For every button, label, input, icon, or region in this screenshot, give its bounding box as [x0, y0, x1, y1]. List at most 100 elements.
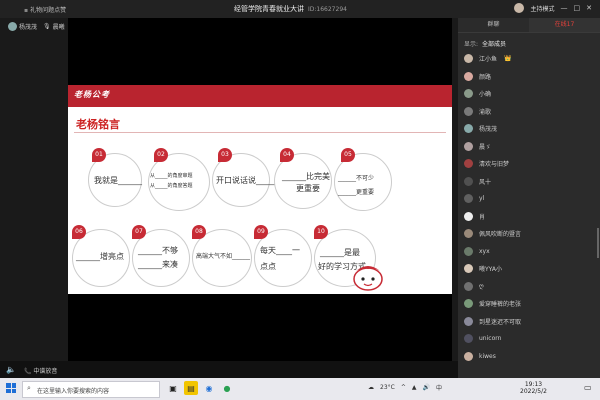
avatar	[464, 176, 473, 186]
network-icon[interactable]: ▲	[412, 384, 417, 391]
member-row[interactable]: 到星迷迟不可取	[458, 313, 598, 331]
weather-icon[interactable]: ☁	[368, 384, 374, 391]
avatar	[464, 351, 473, 361]
volume-icon[interactable]: 🔈	[6, 365, 16, 374]
member-name: 风十	[479, 178, 492, 186]
bubble-number: 09	[254, 225, 268, 239]
member-row[interactable]: xyx	[458, 243, 598, 261]
avatar	[464, 124, 473, 134]
meeting-title: 经管学院青春就业大讲 ID:16627294	[234, 4, 347, 14]
host-mode-label[interactable]: 主持模式	[530, 4, 554, 13]
avatar	[464, 246, 473, 256]
slide-divider	[74, 132, 446, 133]
file-explorer-icon[interactable]: ▤	[184, 381, 198, 395]
avatar	[464, 281, 473, 291]
member-row[interactable]: yl	[458, 190, 598, 208]
member-name: ღ	[479, 282, 484, 290]
notification-icon[interactable]: ▭	[584, 383, 592, 392]
meeting-id: ID:16627294	[308, 6, 347, 13]
browser-icon[interactable]: ◉	[202, 381, 216, 395]
filter-value[interactable]: 全部成员	[482, 41, 506, 48]
participant-item[interactable]: 杨茂茂	[8, 22, 37, 31]
avatar	[464, 159, 473, 169]
avatar	[464, 71, 473, 81]
bubble-number: 02	[154, 148, 168, 162]
avatar	[464, 89, 473, 99]
member-row[interactable]: unicorn	[458, 330, 598, 348]
avatar	[464, 211, 473, 221]
member-row[interactable]: 曦YYA小	[458, 260, 598, 278]
taskbar-search[interactable]: ⌕ 在这里输入你要搜索的内容	[22, 381, 160, 398]
language-button[interactable]: 📞 中谱放音	[24, 366, 57, 375]
bubble-text: ______不可少	[338, 175, 375, 182]
member-name: 颜路	[479, 73, 492, 81]
maximize-button[interactable]: □	[574, 4, 581, 12]
window-controls: 主持模式 — □ ✕	[514, 3, 592, 13]
member-name: 到星迷迟不可取	[479, 318, 522, 326]
task-view-icon[interactable]: ▣	[166, 381, 180, 395]
member-row[interactable]: 佩风吹断的暨言	[458, 225, 598, 243]
member-row[interactable]: 江小鱼 👑	[458, 50, 598, 68]
member-row[interactable]: 渝歌	[458, 103, 598, 121]
bubble-number: 03	[218, 148, 232, 162]
member-name: 渝歌	[479, 108, 492, 116]
member-name: 杨茂茂	[479, 126, 498, 134]
member-name: xyx	[479, 247, 490, 255]
avatar	[464, 106, 473, 116]
member-sidebar: 群聊 在线17 显示: 全部成员 江小鱼 👑 颜路小确渝歌杨茂茂晨ゞ清欢与旧梦风十 yl…	[458, 18, 600, 378]
speaker-icon[interactable]: 🔊	[422, 384, 429, 391]
gift-like-text: 礼物问题点赞	[30, 7, 67, 14]
clock[interactable]: 19:13 2022/5/2	[520, 381, 547, 395]
weather-text[interactable]: 23°C	[380, 384, 395, 391]
member-row[interactable]: 爱穿睡裤的老张	[458, 295, 598, 313]
slide-banner-text: 老杨公考	[74, 90, 110, 99]
sidebar-scrollbar[interactable]	[597, 228, 599, 258]
member-row[interactable]: 晨ゞ	[458, 138, 598, 156]
minimize-button[interactable]: —	[561, 4, 568, 12]
bottom-bar: 🔈 📞 中谱放音	[0, 361, 458, 378]
bubble-number: 05	[341, 148, 355, 162]
meeting-title-text: 经管学院青春就业大讲	[234, 5, 304, 13]
avatar	[464, 316, 473, 326]
host-badge-icon: 👑	[504, 55, 512, 63]
time-text: 19:13	[524, 381, 543, 388]
gift-like-label[interactable]: ▪ 礼物问题点赞	[24, 5, 66, 14]
member-row[interactable]: 颜路	[458, 68, 598, 86]
sidebar-footer	[458, 361, 600, 378]
bubble-number: 01	[92, 148, 106, 162]
filter-label: 显示:	[464, 41, 479, 48]
avatar	[464, 264, 473, 274]
bubble-text: 我就是______	[94, 176, 142, 185]
member-row[interactable]: 肖	[458, 208, 598, 226]
bubble-number: 07	[132, 225, 146, 239]
member-name: 肖	[479, 213, 486, 221]
bubble-text: ______更重要	[338, 189, 375, 196]
member-row[interactable]: 小确	[458, 85, 598, 103]
close-button[interactable]: ✕	[586, 4, 592, 12]
bubble-text: ______是最	[320, 248, 360, 257]
member-name: 曦YYA小	[479, 266, 502, 274]
tab-group-chat[interactable]: 群聊	[458, 18, 529, 32]
chevron-up-icon[interactable]: ^	[401, 384, 406, 391]
member-row[interactable]: 清欢与旧梦	[458, 155, 598, 173]
language-label: 中谱放音	[33, 368, 58, 375]
search-icon: ⌕	[27, 384, 31, 392]
shared-slide: 老杨公考 老杨铭言 01 我就是______ 02 从_____的角度审题 从_…	[68, 85, 452, 294]
member-row[interactable]: 风十	[458, 173, 598, 191]
member-row[interactable]: ღ	[458, 278, 598, 296]
member-name: 清欢与旧梦	[479, 161, 510, 169]
member-name: 晨ゞ	[479, 143, 492, 151]
sidebar-tabs: 群聊 在线17	[458, 18, 600, 33]
search-placeholder: 在这里输入你要搜索的内容	[37, 388, 110, 395]
member-row[interactable]: 杨茂茂	[458, 120, 598, 138]
ime-icon[interactable]: 中	[436, 383, 442, 392]
bubble-text: ______增亮点	[76, 252, 124, 261]
tab-online[interactable]: 在线17	[529, 18, 600, 32]
host-avatar[interactable]	[514, 3, 525, 13]
date-text: 2022/5/2	[520, 388, 547, 395]
bubble-text: 每天____一	[260, 246, 300, 255]
participant-item[interactable]: 🎙 晨曦	[43, 22, 65, 31]
start-button[interactable]	[6, 383, 16, 393]
phone-icon: 📞	[24, 368, 32, 375]
meeting-app-icon[interactable]: ●	[220, 381, 234, 395]
